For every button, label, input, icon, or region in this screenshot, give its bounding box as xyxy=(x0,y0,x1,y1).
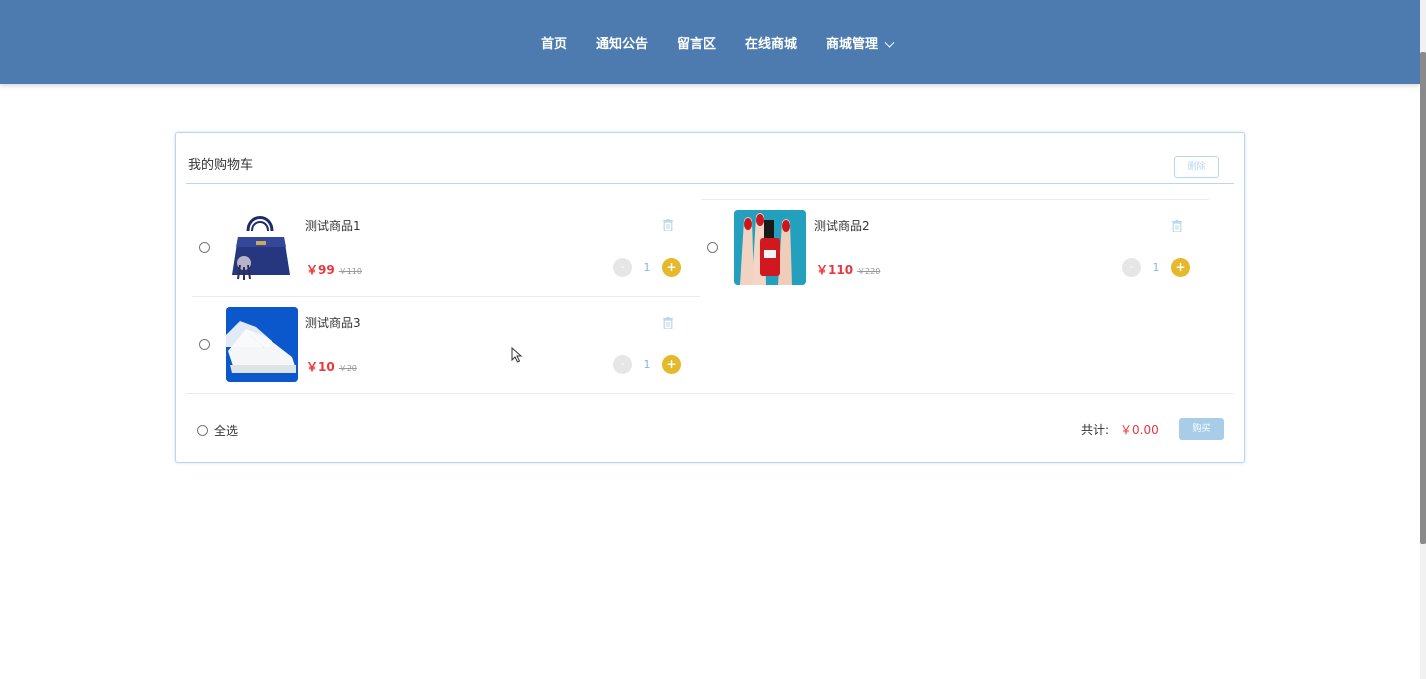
cart-item: 测试商品2 ￥110 ￥220 - 1 + xyxy=(701,199,1209,296)
increase-quantity-button[interactable]: + xyxy=(1171,258,1190,277)
quantity-stepper: - 1 + xyxy=(613,258,681,277)
nav-messages-label: 留言区 xyxy=(676,37,716,52)
total-value: ￥0.00 xyxy=(1120,423,1159,437)
item-select-radio[interactable] xyxy=(707,242,718,253)
main-nav: 首页 通知公告 留言区 在线商城 商城管理 xyxy=(0,36,1420,54)
trash-icon[interactable] xyxy=(663,216,673,232)
footer-divider xyxy=(186,393,1234,394)
item-current-price: ￥110 xyxy=(816,263,854,277)
shopping-cart-panel: 我的购物车 删除 测试商品1 ￥99 ￥110 - 1 + 测试商品2 ￥110… xyxy=(175,132,1245,463)
select-all[interactable]: 全选 xyxy=(197,422,238,439)
nail-polish-image xyxy=(734,210,806,285)
chevron-down-icon xyxy=(884,37,895,48)
select-all-radio[interactable] xyxy=(197,425,208,436)
nav-shop-label: 在线商城 xyxy=(745,37,798,52)
delete-button[interactable]: 删除 xyxy=(1174,156,1219,178)
item-original-price: ￥20 xyxy=(338,364,357,373)
item-price: ￥110 ￥220 xyxy=(816,261,880,278)
item-original-price: ￥220 xyxy=(857,267,881,276)
nav-shop-admin[interactable]: 商城管理 xyxy=(826,36,895,54)
quantity-stepper: - 1 + xyxy=(613,355,681,374)
item-price: ￥99 ￥110 xyxy=(306,261,362,278)
trash-icon[interactable] xyxy=(1172,217,1182,233)
scrollbar-thumb[interactable] xyxy=(1420,52,1426,544)
cart-item: 测试商品1 ￥99 ￥110 - 1 + xyxy=(192,199,700,296)
quantity-stepper: - 1 + xyxy=(1122,258,1190,277)
decrease-quantity-button[interactable]: - xyxy=(1122,258,1141,277)
handbag-image xyxy=(226,207,298,282)
title-divider xyxy=(186,183,1234,184)
buy-button[interactable]: 购买 xyxy=(1179,418,1224,440)
trash-icon[interactable] xyxy=(663,314,673,330)
increase-quantity-button[interactable]: + xyxy=(662,258,681,277)
item-select-radio[interactable] xyxy=(199,339,210,350)
cart-item: 测试商品3 ￥10 ￥20 - 1 + xyxy=(192,296,700,393)
item-divider xyxy=(192,296,700,297)
item-divider xyxy=(701,199,1209,200)
item-original-price: ￥110 xyxy=(338,267,362,276)
item-name: 测试商品2 xyxy=(814,219,870,233)
nav-shop[interactable]: 在线商城 xyxy=(745,36,797,54)
quantity-value: 1 xyxy=(643,358,651,371)
total-label: 共计: xyxy=(1081,423,1110,437)
select-all-label: 全选 xyxy=(214,424,239,438)
increase-quantity-button[interactable]: + xyxy=(662,355,681,374)
item-current-price: ￥99 xyxy=(306,263,335,277)
nav-notices-label: 通知公告 xyxy=(595,37,648,52)
item-name: 测试商品3 xyxy=(305,316,361,330)
item-price: ￥10 ￥20 xyxy=(306,358,357,375)
item-current-price: ￥10 xyxy=(306,360,335,374)
nav-messages[interactable]: 留言区 xyxy=(677,36,716,54)
nav-shop-admin-label: 商城管理 xyxy=(826,37,879,52)
top-navbar: 首页 通知公告 留言区 在线商城 商城管理 xyxy=(0,0,1420,84)
item-select-radio[interactable] xyxy=(199,242,210,253)
nav-notices[interactable]: 通知公告 xyxy=(596,36,648,54)
decrease-quantity-button[interactable]: - xyxy=(613,355,632,374)
decrease-quantity-button[interactable]: - xyxy=(613,258,632,277)
cart-title: 我的购物车 xyxy=(188,158,254,173)
item-name: 测试商品1 xyxy=(305,219,361,233)
mouse-cursor-icon xyxy=(511,346,523,363)
nav-home-label: 首页 xyxy=(540,37,567,52)
quantity-value: 1 xyxy=(1152,261,1160,274)
nav-home[interactable]: 首页 xyxy=(541,36,567,54)
sneaker-image xyxy=(226,307,298,382)
quantity-value: 1 xyxy=(643,261,651,274)
